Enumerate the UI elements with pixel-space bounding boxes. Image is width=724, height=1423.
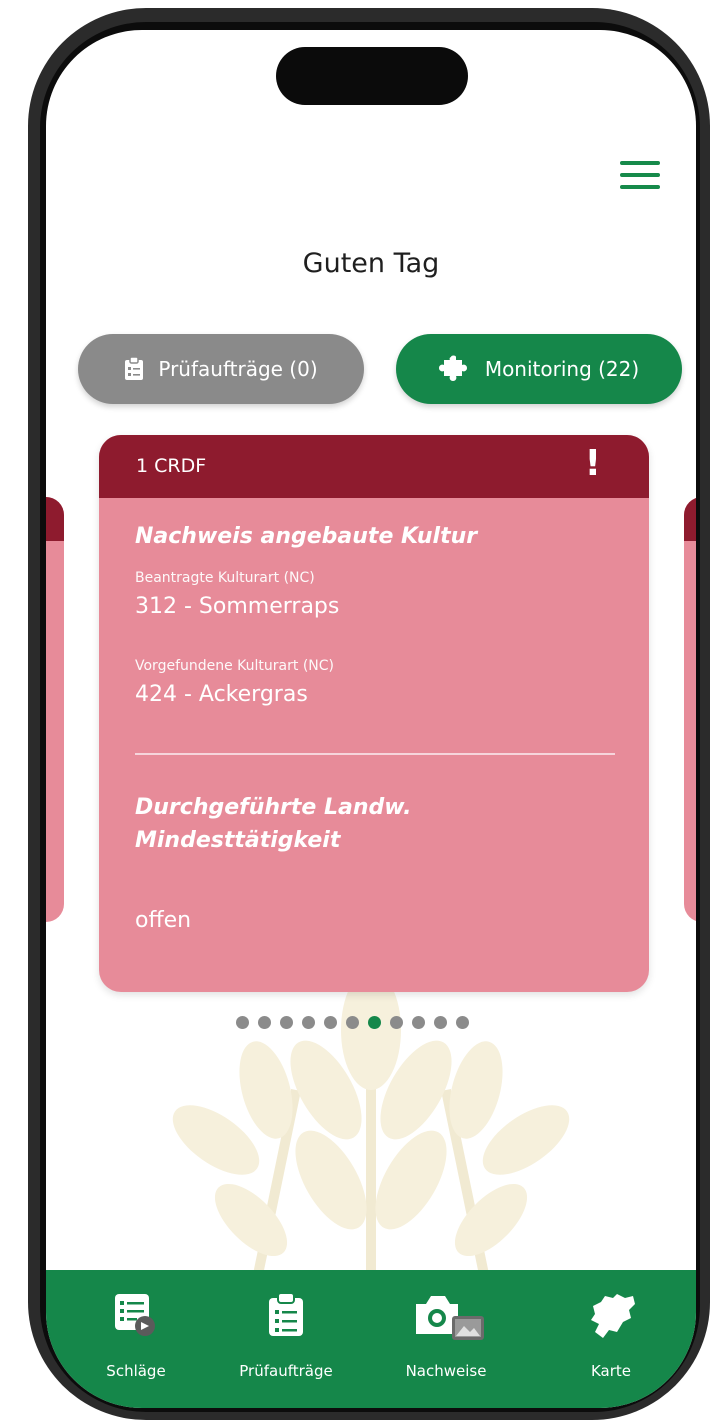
- monitoring-filter-label: Monitoring (22): [484, 357, 640, 381]
- pagination-dots[interactable]: [236, 1016, 469, 1029]
- requested-crop-value: 312 - Sommerraps: [135, 594, 340, 619]
- section-title-line-1: Durchgeführte Landw.: [135, 795, 412, 820]
- pagination-dot[interactable]: [412, 1016, 425, 1029]
- pagination-dot[interactable]: [368, 1016, 381, 1029]
- pruefauftraege-filter-label: Prüfaufträge (0): [158, 357, 318, 381]
- nav-item-nachweise[interactable]: Nachweise: [386, 1270, 506, 1408]
- pagination-dot[interactable]: [456, 1016, 469, 1029]
- clipboard-icon: [269, 1292, 303, 1336]
- pagination-dot[interactable]: [434, 1016, 447, 1029]
- status-value: offen: [135, 908, 192, 933]
- section-title-kultur: Nachweis angebaute Kultur: [135, 524, 478, 549]
- puzzle-icon: [438, 355, 467, 381]
- pagination-dot[interactable]: [390, 1016, 403, 1029]
- pagination-dot[interactable]: [302, 1016, 315, 1029]
- card-code: 1 CRDF: [136, 455, 207, 477]
- clipboard-icon: [125, 357, 144, 380]
- nav-item-schlaege[interactable]: Schläge: [76, 1270, 196, 1408]
- monitoring-card[interactable]: 1 CRDF ! Nachweis angebaute Kultur Beant…: [99, 435, 649, 992]
- nav-item-pruefauftraege[interactable]: Prüfaufträge: [221, 1270, 351, 1408]
- pagination-dot[interactable]: [236, 1016, 249, 1029]
- found-crop-value: 424 - Ackergras: [135, 682, 308, 707]
- next-card-peek[interactable]: [684, 497, 696, 922]
- pagination-dot[interactable]: [346, 1016, 359, 1029]
- previous-card-peek[interactable]: [46, 497, 64, 922]
- nav-label-schlaege: Schläge: [106, 1362, 166, 1380]
- page-title: Guten Tag: [302, 248, 440, 279]
- alert-icon: !: [584, 443, 601, 484]
- monitoring-filter-button[interactable]: Monitoring (22): [396, 334, 682, 404]
- camera-icon: [416, 1296, 484, 1340]
- card-divider: [135, 753, 615, 755]
- requested-crop-label: Beantragte Kulturart (NC): [135, 570, 315, 586]
- bottom-navigation: Schläge Prüfaufträge Nachweise Karte: [46, 1270, 696, 1408]
- card-header: 1 CRDF !: [99, 435, 649, 498]
- pagination-dot[interactable]: [258, 1016, 271, 1029]
- nav-label-pruefauftraege: Prüfaufträge: [239, 1362, 333, 1380]
- map-icon: [591, 1294, 635, 1338]
- nav-item-karte[interactable]: Karte: [551, 1270, 671, 1408]
- nav-label-nachweise: Nachweise: [405, 1362, 487, 1380]
- nav-label-karte: Karte: [590, 1362, 632, 1380]
- section-title-line-2: Mindesttätigkeit: [135, 828, 341, 853]
- found-crop-label: Vorgefundene Kulturart (NC): [135, 658, 334, 674]
- camera-notch: [276, 47, 468, 105]
- pruefauftraege-filter-button[interactable]: Prüfaufträge (0): [78, 334, 364, 404]
- pagination-dot[interactable]: [280, 1016, 293, 1029]
- field-list-icon: [115, 1294, 155, 1336]
- hamburger-menu-icon[interactable]: [620, 161, 660, 191]
- app-screen: Guten Tag Prüfaufträge (0) Monitoring (2…: [46, 30, 696, 1408]
- pagination-dot[interactable]: [324, 1016, 337, 1029]
- section-title-mindesttaetigkeit: Durchgeführte Landw. Mindesttätigkeit: [135, 791, 412, 857]
